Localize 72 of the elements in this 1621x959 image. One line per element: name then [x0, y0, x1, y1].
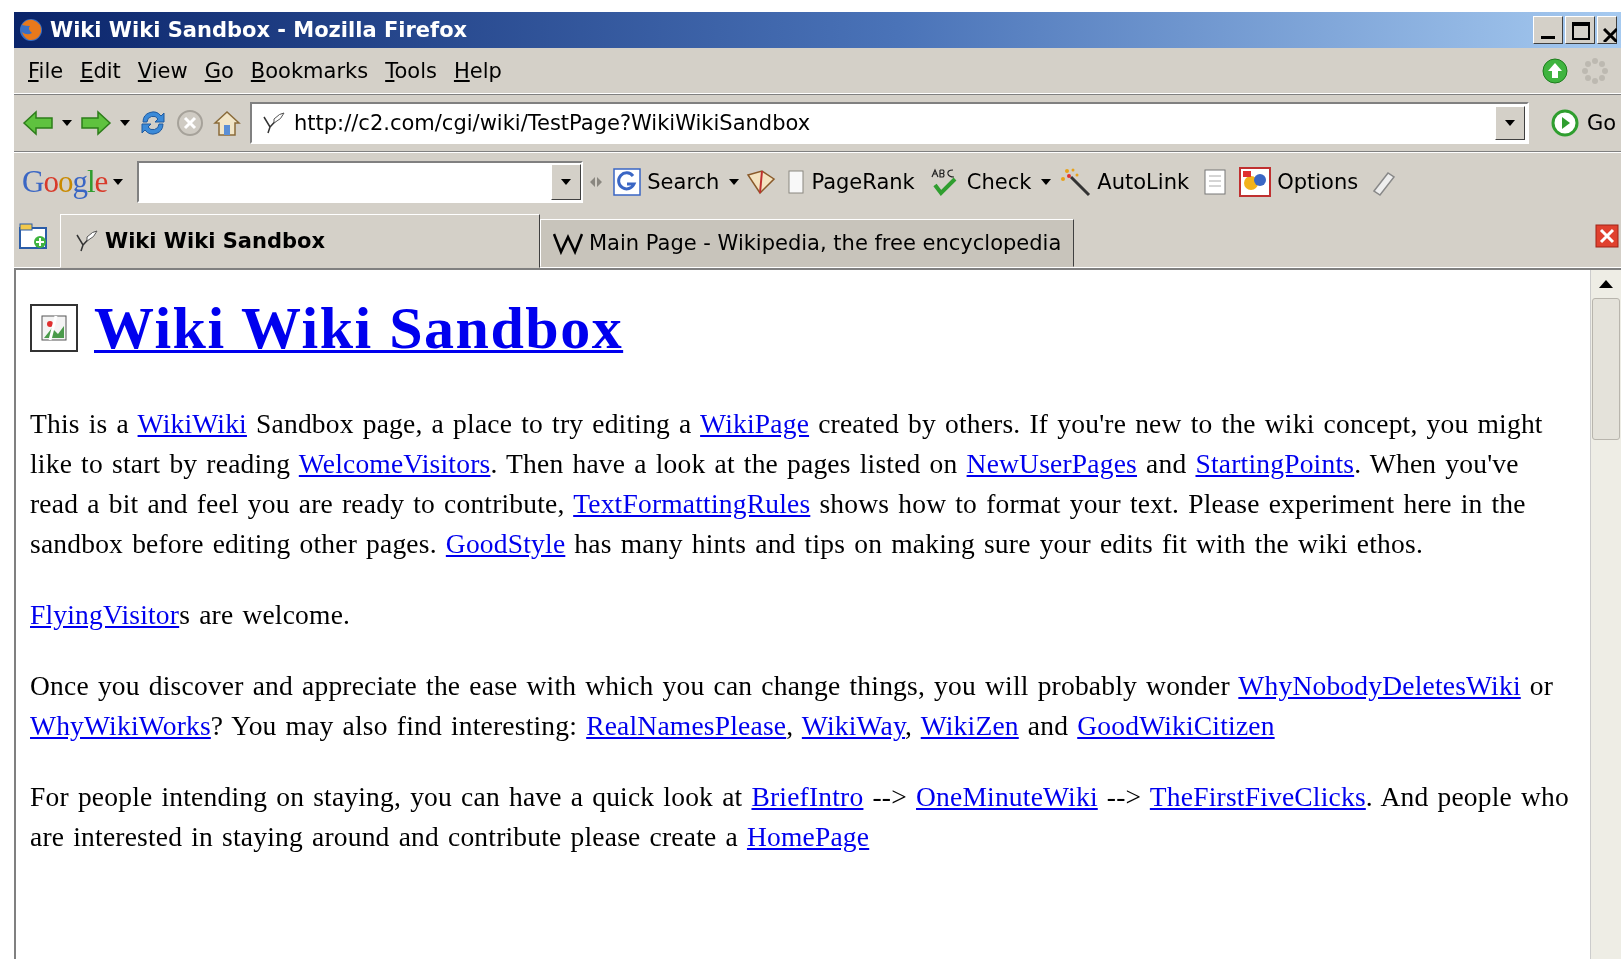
wiki-link[interactable]: BriefIntro — [751, 781, 864, 812]
home-icon[interactable] — [212, 109, 242, 137]
wiki-link[interactable]: WikiWay — [801, 710, 906, 741]
magic-wand-icon — [1061, 166, 1092, 197]
paragraph: Once you discover and appreciate the ease with which you can change things, you will probably wonder WhyNobodyDeletesWiki or WhyWikiWorks? You may also find interesting: RealNamesPlease, WikiWay, WikiZen and GoodWikiCitizen — [30, 669, 1555, 743]
page-bar-icon — [787, 168, 806, 195]
menu-item[interactable]: Tools — [383, 56, 452, 85]
scroll-up-icon[interactable] — [1599, 280, 1613, 288]
go-button[interactable]: Go — [1587, 111, 1617, 135]
wiki-link[interactable]: WikiZen — [920, 710, 1019, 741]
paragraph: FlyingVisitors are welcome. — [30, 598, 352, 632]
w-letter-icon — [553, 231, 583, 255]
paragraph: This is a WikiWiki Sandbox page, a place to try editing a WikiPage created by others. If you're new to the wiki concept, you might like to start by reading WelcomeVisitors. Then have a look at the pages listed on NewUserPages and StartingPoints. When you've read a bit and feel you are ready to contribute, TextFormattingRules shows how to format your text. Please experiment here in the sandbox before editing other pages. GoodStyle has many hints and tips on making sure your edits fit with the wiki ethos. — [30, 407, 1544, 561]
wiki-link[interactable]: WhyNobodyDeletesWiki — [1238, 670, 1521, 701]
scrollbar[interactable] — [1590, 270, 1621, 959]
close-tab-icon[interactable] — [1595, 224, 1619, 248]
toolbar-button[interactable]: AutoLink — [1057, 164, 1194, 199]
wiki-link[interactable]: FlyingVisitor — [30, 599, 180, 630]
toolbar-button[interactable]: PageRank — [783, 166, 919, 197]
toolbar-button[interactable]: Check — [924, 164, 1036, 199]
window-title: Wiki Wiki Sandbox - Mozilla Firefox — [50, 18, 469, 42]
dropdown-caret-icon[interactable] — [1041, 178, 1052, 185]
wiki-link[interactable]: StartingPoints — [1195, 448, 1355, 479]
dropdown-caret-icon[interactable] — [729, 178, 740, 185]
toolbar-button[interactable]: Options — [1235, 164, 1363, 199]
wiki-link[interactable]: WikiWiki — [137, 408, 247, 439]
wiki-link[interactable]: WikiPage — [700, 408, 810, 439]
minimize-button[interactable] — [1533, 16, 1563, 44]
forward-arrow-icon[interactable] — [80, 109, 112, 137]
search-field[interactable] — [137, 160, 584, 203]
globe-fox-icon — [18, 17, 44, 43]
menu-item[interactable]: Go — [202, 56, 249, 85]
browser-tab[interactable]: Wiki Wiki Sandbox — [60, 214, 540, 268]
new-tab-icon[interactable] — [18, 222, 50, 250]
quill-icon — [73, 229, 99, 253]
back-arrow-icon[interactable] — [22, 109, 54, 137]
wiki-link[interactable]: GoodStyle — [445, 528, 566, 559]
update-icon[interactable] — [1541, 56, 1569, 85]
close-button[interactable] — [1597, 16, 1617, 44]
maximize-button[interactable] — [1565, 16, 1595, 44]
dropdown-caret-icon[interactable] — [1505, 120, 1515, 126]
wiki-link[interactable]: RealNamesPlease — [586, 710, 787, 741]
wiki-link[interactable]: GoodWikiCitizen — [1077, 710, 1275, 741]
wiki-link[interactable]: HomePage — [746, 821, 870, 852]
wiki-link[interactable]: TextFormattingRules — [573, 488, 811, 519]
menu-item[interactable]: Bookmarks — [248, 56, 384, 85]
quill-icon — [260, 111, 286, 135]
dropdown-caret-icon[interactable] — [113, 178, 124, 185]
wiki-link[interactable]: NewUserPages — [966, 448, 1137, 479]
menu-item[interactable]: File — [26, 56, 79, 85]
menu-item[interactable]: View — [135, 56, 203, 85]
dropdown-caret-icon[interactable] — [561, 178, 572, 185]
close-icon[interactable] — [1603, 28, 1617, 42]
dropdown-caret-icon[interactable] — [62, 120, 72, 126]
wiki-link[interactable]: WhyWikiWorks — [30, 710, 211, 741]
menu-item[interactable]: Help — [451, 56, 517, 85]
menu-item[interactable]: Edit — [78, 56, 136, 85]
wiki-link[interactable]: OneMinuteWiki — [916, 781, 1098, 812]
broken-image-icon — [30, 304, 78, 352]
browser-tab[interactable]: Main Page - Wikipedia, the free encyclopedia — [540, 219, 1075, 267]
dropdown-caret-icon[interactable] — [120, 120, 130, 126]
google-logo[interactable]: Google — [22, 163, 108, 200]
google-g-icon — [613, 167, 642, 196]
address-field[interactable]: http://c2.com/cgi/wiki/TestPage?WikiWikiSandbox — [250, 102, 1529, 144]
toolbar-button[interactable]: Search — [609, 165, 724, 198]
options-icon — [1239, 166, 1272, 197]
reload-icon[interactable] — [138, 108, 168, 138]
wiki-link[interactable]: WelcomeVisitors — [298, 448, 491, 479]
paragraph: For people intending on staying, you can have a quick look at BriefIntro --> OneMinuteWiki --> TheFirstFiveClicks. And people who are interested in staying around and contribute please create a HomePage — [30, 780, 1570, 854]
page-heading-link[interactable]: Wiki Wiki Sandbox — [94, 292, 624, 364]
scroll-thumb[interactable] — [1592, 298, 1620, 440]
wiki-link[interactable]: TheFirstFiveClicks — [1149, 781, 1366, 812]
